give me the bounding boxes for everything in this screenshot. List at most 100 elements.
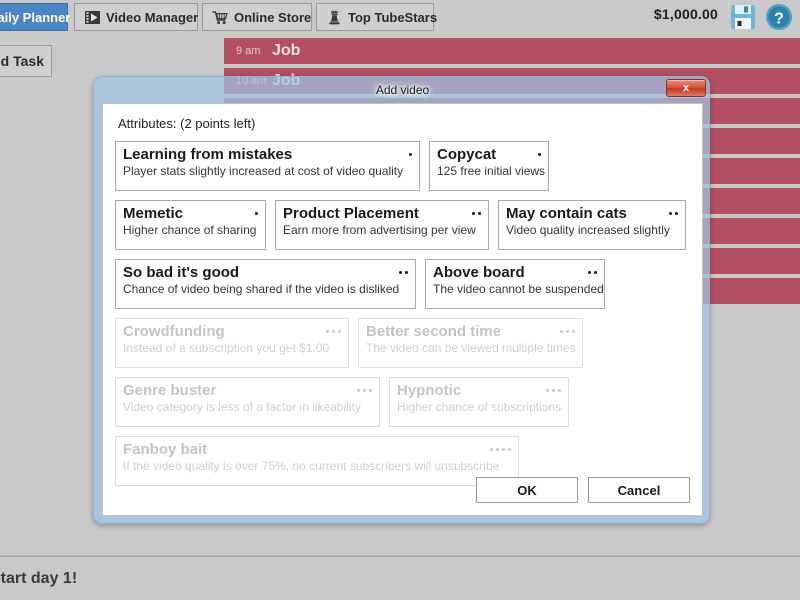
tab-top-tubestars-label: Top TubeStars	[348, 9, 438, 25]
attribute-name: Memetic	[123, 205, 184, 222]
cost-dot	[472, 212, 475, 215]
cost-dot	[558, 389, 561, 392]
attribute-card[interactable]: May contain cats Video quality increased …	[498, 200, 686, 250]
attributes-header: Attributes: (2 points left)	[118, 116, 256, 131]
attribute-card[interactable]: So bad it's good Chance of video being sh…	[115, 259, 416, 309]
cost-dot	[338, 330, 341, 333]
cost-dot	[496, 448, 499, 451]
add-task-label: Add Task	[0, 53, 44, 69]
attribute-cost-dots	[490, 441, 511, 451]
cancel-label: Cancel	[617, 482, 661, 498]
attribute-card[interactable]: Copycat 125 free initial views	[429, 141, 549, 191]
ok-button[interactable]: OK	[476, 477, 578, 503]
attribute-description: Video category is less of a factor in li…	[123, 400, 361, 415]
attribute-name: Hypnotic	[397, 382, 462, 399]
cost-dot	[405, 271, 408, 274]
attribute-name: Genre buster	[123, 382, 217, 399]
cost-dot	[669, 212, 672, 215]
attribute-card[interactable]: Learning from mistakes Player stats sligh…	[115, 141, 420, 191]
attribute-cost-dots	[546, 382, 561, 392]
tab-online-store-label: Online Store	[234, 9, 312, 25]
add-video-dialog: Add video x Attributes: (2 points left) …	[93, 76, 710, 524]
attribute-description: Instead of a subscription you get $1.00	[123, 341, 330, 356]
attribute-name: Fanboy bait	[123, 441, 208, 458]
attribute-description: The video can be viewed multiple times	[366, 341, 576, 356]
attribute-card: Genre buster Video category is less of a …	[115, 377, 380, 427]
attribute-card[interactable]: Memetic Higher chance of sharing	[115, 200, 266, 250]
cost-dot	[566, 330, 569, 333]
attribute-name: Copycat	[437, 146, 497, 163]
attribute-description: The video cannot be suspended	[433, 282, 604, 297]
attribute-cost-dots	[399, 264, 408, 274]
cost-dot	[363, 389, 366, 392]
attribute-description: 125 free initial views	[437, 164, 546, 179]
attribute-card-row: Memetic Higher chance of sharing Product P…	[115, 200, 690, 250]
attribute-name: Product Placement	[283, 205, 419, 222]
attribute-description: Earn more from advertising per view	[283, 223, 476, 238]
attribute-description: If the video quality is over 75%, no cur…	[123, 459, 500, 474]
attribute-description: Higher chance of subscriptions	[397, 400, 562, 415]
cost-dot	[675, 212, 678, 215]
attribute-cost-dots	[255, 205, 258, 215]
add-task-button[interactable]: Add Task	[0, 45, 52, 77]
attribute-cost-dots	[357, 382, 372, 392]
cost-dot	[594, 271, 597, 274]
attribute-card: Better second time The video can be viewe…	[358, 318, 583, 368]
top-toolbar: Daily Planner Video Manager	[0, 0, 800, 34]
tab-online-store[interactable]: Online Store	[202, 3, 312, 31]
cost-dot	[326, 330, 329, 333]
status-text: Start day 1!	[0, 569, 78, 587]
attribute-cost-dots	[560, 323, 575, 333]
attribute-name: So bad it's good	[123, 264, 240, 281]
attribute-description: Chance of video being shared if the vide…	[123, 282, 400, 297]
attribute-cost-dots	[588, 264, 597, 274]
schedule-row-hour: 9 am	[236, 45, 261, 57]
schedule-row[interactable]: 9 am Job	[224, 38, 800, 64]
attribute-card[interactable]: Product Placement Earn more from advertis…	[275, 200, 489, 250]
attribute-description: Video quality increased slightly	[506, 223, 670, 238]
tab-daily-planner-label: Daily Planner	[0, 9, 71, 25]
attribute-name: Above board	[433, 264, 525, 281]
attribute-card-row: So bad it's good Chance of video being sh…	[115, 259, 690, 309]
attribute-name: Learning from mistakes	[123, 146, 293, 163]
shopping-cart-icon	[212, 9, 229, 26]
attribute-cost-dots	[472, 205, 481, 215]
cost-dot	[490, 448, 493, 451]
cost-dot	[357, 389, 360, 392]
svg-text:?: ?	[774, 11, 784, 28]
close-label: x	[682, 82, 690, 94]
cost-dot	[332, 330, 335, 333]
attribute-card-grid: Learning from mistakes Player stats sligh…	[115, 141, 690, 486]
attribute-description: Higher chance of sharing	[123, 223, 257, 238]
cost-dot	[409, 153, 412, 156]
cost-dot	[588, 271, 591, 274]
attribute-cost-dots	[409, 146, 412, 156]
attribute-card-row: Learning from mistakes Player stats sligh…	[115, 141, 690, 191]
cancel-button[interactable]: Cancel	[588, 477, 690, 503]
attribute-description: Player stats slightly increased at cost …	[123, 164, 404, 179]
cost-dot	[552, 389, 555, 392]
cost-dot	[399, 271, 402, 274]
attribute-cost-dots	[326, 323, 341, 333]
attribute-cost-dots	[669, 205, 678, 215]
floppy-disk-save-icon[interactable]	[728, 3, 758, 31]
dialog-body: Attributes: (2 points left) Learning fro…	[102, 103, 703, 516]
close-icon[interactable]: x	[666, 79, 706, 97]
cost-dot	[560, 330, 563, 333]
tab-video-manager[interactable]: Video Manager	[74, 3, 198, 31]
attribute-card: Fanboy bait If the video quality is over …	[115, 436, 519, 486]
chess-pawn-icon	[326, 9, 343, 26]
attribute-card[interactable]: Above board The video cannot be suspended	[425, 259, 605, 309]
cost-dot	[478, 212, 481, 215]
dialog-title-bar[interactable]: Add video x	[94, 77, 711, 103]
cost-dot	[508, 448, 511, 451]
schedule-row-event: Job	[272, 42, 301, 59]
tab-top-tubestars[interactable]: Top TubeStars	[316, 3, 438, 31]
tab-daily-planner[interactable]: Daily Planner	[0, 3, 71, 31]
dialog-title: Add video	[375, 83, 430, 97]
question-mark-help-icon[interactable]: ?	[764, 2, 794, 32]
status-bar: Start day 1!	[0, 556, 800, 600]
cost-dot	[538, 153, 541, 156]
attribute-card-row: Crowdfunding Instead of a subscription yo…	[115, 318, 690, 368]
attribute-name: Crowdfunding	[123, 323, 225, 340]
